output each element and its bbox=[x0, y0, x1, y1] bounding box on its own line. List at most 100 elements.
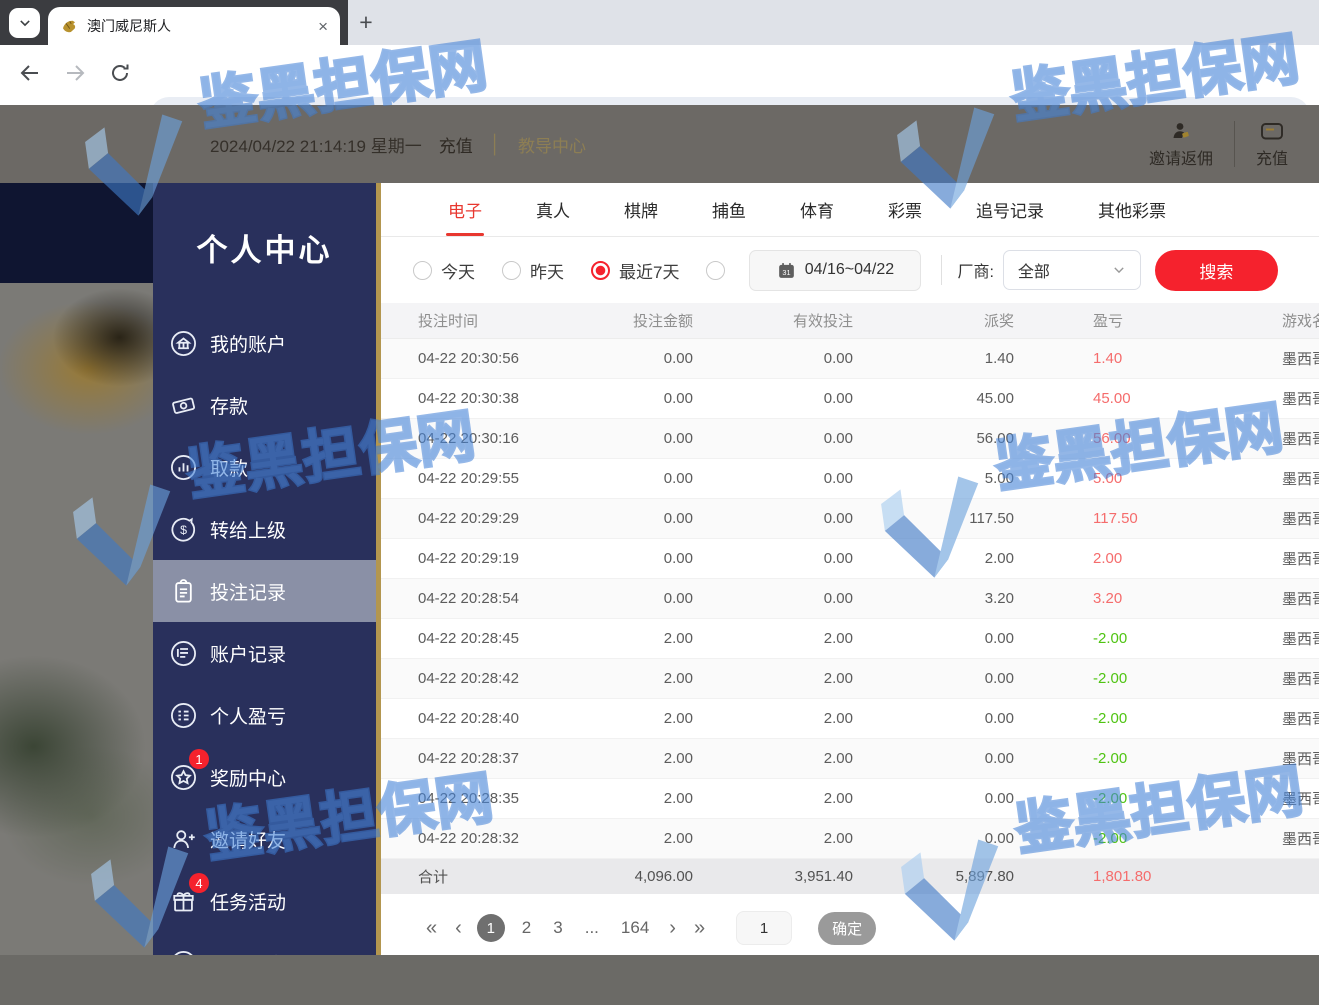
table-row: 04-22 20:30:380.000.0045.0045.00墨西哥 bbox=[381, 379, 1319, 419]
sidebar-item-deposit[interactable]: 存款 bbox=[153, 374, 376, 436]
sidebar-item-account-records[interactable]: 账户记录 bbox=[153, 622, 376, 684]
table-cell: 2.00 bbox=[581, 710, 693, 727]
tab-dianzi[interactable]: 电子 bbox=[421, 183, 509, 236]
table-cell: -2.00 bbox=[1014, 630, 1281, 647]
table-cell: 2.00 bbox=[693, 670, 853, 687]
sidebar-item-withdraw[interactable]: 取款 bbox=[153, 436, 376, 498]
table-row: 04-22 20:29:550.000.005.005.00墨西哥 bbox=[381, 459, 1319, 499]
header-separator: │ bbox=[490, 134, 501, 155]
tab-qipai[interactable]: 棋牌 bbox=[597, 183, 685, 236]
tab-zhuihao[interactable]: 追号记录 bbox=[949, 183, 1071, 236]
sidebar-item-messages[interactable]: @ 站内信息 bbox=[153, 932, 376, 955]
table-row: 04-22 20:30:560.000.001.401.40墨西哥 bbox=[381, 339, 1319, 379]
tab-zhenren[interactable]: 真人 bbox=[509, 183, 597, 236]
tab-caipiao[interactable]: 彩票 bbox=[861, 183, 949, 236]
page-3-button[interactable]: 3 bbox=[548, 918, 567, 938]
browser-tab[interactable]: 澳门威尼斯人 × bbox=[48, 7, 340, 45]
table-row: 04-22 20:28:540.000.003.203.20墨西哥 bbox=[381, 579, 1319, 619]
radio-today[interactable] bbox=[413, 261, 432, 280]
table-cell: 墨西哥 bbox=[1281, 468, 1319, 489]
last-page-button[interactable]: » bbox=[691, 917, 708, 940]
radio-yesterday[interactable] bbox=[502, 261, 521, 280]
back-icon[interactable] bbox=[18, 61, 42, 85]
next-page-button[interactable]: › bbox=[666, 917, 679, 940]
tab-buyu[interactable]: 捕鱼 bbox=[685, 183, 773, 236]
page-jump-input[interactable] bbox=[736, 911, 792, 945]
table-cell: 0.00 bbox=[693, 590, 853, 607]
vendor-select[interactable]: 全部 bbox=[1003, 250, 1141, 290]
page-164-button[interactable]: 164 bbox=[616, 918, 654, 938]
tab-close-icon[interactable]: × bbox=[318, 18, 328, 35]
browser-tabstrip: 澳门威尼斯人 × + bbox=[0, 0, 1319, 45]
search-button[interactable]: 搜索 bbox=[1155, 250, 1278, 291]
table-total-row: 合计 4,096.00 3,951.40 5,897.80 1,801.80 bbox=[381, 859, 1319, 894]
radio-last7days-label[interactable]: 最近7天 bbox=[619, 258, 679, 283]
radio-custom-range[interactable] bbox=[706, 261, 725, 280]
vendor-label: 厂商: bbox=[957, 258, 993, 282]
sidebar-item-invite-friends[interactable]: 邀请好友 bbox=[153, 808, 376, 870]
table-cell: -2.00 bbox=[1014, 670, 1281, 687]
total-profit: 1,801.80 bbox=[1014, 868, 1281, 885]
table-row: 04-22 20:28:452.002.000.00-2.00墨西哥 bbox=[381, 619, 1319, 659]
svg-text:$: $ bbox=[180, 523, 187, 537]
background-money-photo bbox=[0, 183, 153, 955]
table-cell: 04-22 20:30:16 bbox=[381, 430, 581, 447]
table-cell: 0.00 bbox=[581, 350, 693, 367]
sidebar-item-transfer-up[interactable]: $ 转给上级 bbox=[153, 498, 376, 560]
sidebar-item-label: 账户记录 bbox=[210, 640, 286, 667]
radio-yesterday-label[interactable]: 昨天 bbox=[530, 258, 564, 283]
reload-icon[interactable] bbox=[108, 61, 132, 85]
radio-today-label[interactable]: 今天 bbox=[441, 258, 475, 283]
tab-qita-caipiao[interactable]: 其他彩票 bbox=[1071, 183, 1193, 236]
transfer-icon: $ bbox=[170, 516, 197, 543]
tutorial-center-link[interactable]: 教导中心 bbox=[518, 132, 586, 157]
page-1-button[interactable]: 1 bbox=[477, 914, 505, 942]
sidebar-item-my-account[interactable]: 我的账户 bbox=[153, 312, 376, 374]
sidebar-item-bet-records[interactable]: 投注记录 bbox=[153, 560, 376, 622]
first-page-button[interactable]: « bbox=[423, 917, 440, 940]
sidebar-item-tasks[interactable]: 4 任务活动 bbox=[153, 870, 376, 932]
table-cell: 0.00 bbox=[693, 470, 853, 487]
table-cell: 墨西哥 bbox=[1281, 708, 1319, 729]
table-cell: 0.00 bbox=[581, 430, 693, 447]
table-cell: 0.00 bbox=[693, 350, 853, 367]
total-payout: 5,897.80 bbox=[853, 868, 1014, 885]
invite-rebate-button[interactable]: 邀请返佣 bbox=[1128, 119, 1234, 169]
table-cell: 0.00 bbox=[853, 830, 1014, 847]
sidebar-item-label: 投注记录 bbox=[210, 578, 286, 605]
table-cell: 0.00 bbox=[693, 510, 853, 527]
page-confirm-button[interactable]: 确定 bbox=[818, 912, 876, 945]
tab-search-button[interactable] bbox=[9, 8, 40, 38]
prev-page-button[interactable]: ‹ bbox=[452, 917, 465, 940]
forward-icon[interactable] bbox=[63, 61, 87, 85]
profit-loss-icon bbox=[170, 702, 197, 729]
sidebar: 个人中心 我的账户 存款 取款 $ 转给上级 投注记录 账户记录 个人盈亏 bbox=[153, 183, 376, 955]
recharge-link[interactable]: 充值 bbox=[439, 132, 473, 157]
table-cell: 1.40 bbox=[1014, 350, 1281, 367]
tab-tiyu[interactable]: 体育 bbox=[773, 183, 861, 236]
radio-last7days[interactable] bbox=[591, 261, 610, 280]
table-cell: 2.00 bbox=[581, 670, 693, 687]
table-row: 04-22 20:29:190.000.002.002.00墨西哥 bbox=[381, 539, 1319, 579]
col-bet-amount: 投注金额 bbox=[581, 310, 693, 331]
table-cell: 04-22 20:28:32 bbox=[381, 830, 581, 847]
table-cell: 04-22 20:29:55 bbox=[381, 470, 581, 487]
page-2-button[interactable]: 2 bbox=[517, 918, 536, 938]
chevron-down-icon bbox=[1112, 263, 1126, 277]
table-cell: 0.00 bbox=[853, 750, 1014, 767]
col-profit: 盈亏 bbox=[1014, 310, 1281, 331]
table-cell: 5.00 bbox=[1014, 470, 1281, 487]
table-cell: 0.00 bbox=[581, 470, 693, 487]
sidebar-item-reward-center[interactable]: 1 奖励中心 bbox=[153, 746, 376, 808]
new-tab-button[interactable]: + bbox=[352, 8, 380, 36]
topup-button[interactable]: 充值 bbox=[1235, 119, 1309, 169]
game-type-tabs: 电子 真人 棋牌 捕鱼 体育 彩票 追号记录 其他彩票 bbox=[381, 183, 1319, 237]
table-cell: 2.00 bbox=[581, 790, 693, 807]
date-range-button[interactable]: 31 04/16~04/22 bbox=[749, 250, 921, 291]
withdraw-icon bbox=[170, 454, 197, 481]
vendor-selected-value: 全部 bbox=[1018, 258, 1050, 282]
table-cell: 04-22 20:29:29 bbox=[381, 510, 581, 527]
table-cell: 墨西哥 bbox=[1281, 628, 1319, 649]
background-navy-block bbox=[0, 183, 153, 283]
sidebar-item-profit-loss[interactable]: 个人盈亏 bbox=[153, 684, 376, 746]
